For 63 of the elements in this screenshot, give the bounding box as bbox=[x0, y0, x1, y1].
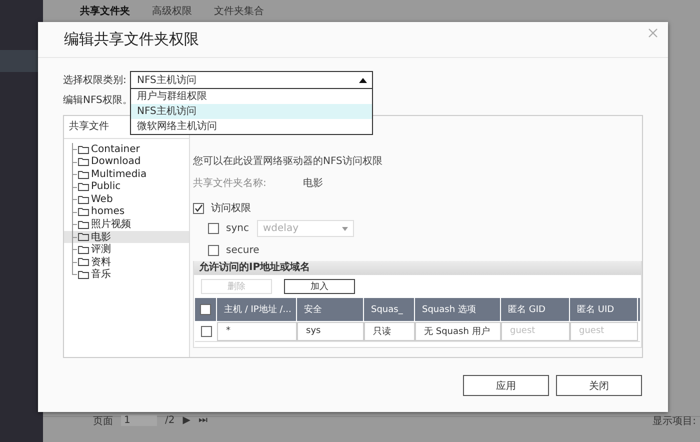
gid-field[interactable]: guest bbox=[501, 322, 570, 340]
last-page-button[interactable]: ⏭ bbox=[198, 415, 208, 426]
folder-item[interactable]: Multimedia bbox=[72, 168, 189, 180]
folder-item[interactable]: 评测 bbox=[72, 243, 189, 256]
uid-field[interactable]: guest bbox=[570, 322, 638, 340]
dialog-button[interactable]: 应用 bbox=[463, 375, 549, 396]
folder-icon bbox=[78, 170, 89, 179]
folder-item[interactable]: Web bbox=[72, 193, 189, 206]
column-header: 安全 bbox=[297, 298, 364, 321]
folder-icon bbox=[78, 232, 89, 242]
folder-item[interactable]: Public bbox=[72, 180, 189, 193]
share-name-label: 共享文件夹名称: bbox=[193, 176, 268, 190]
caret-icon bbox=[342, 226, 348, 230]
permission-type-select[interactable]: NFS主机访问 bbox=[130, 71, 373, 89]
table-action-button[interactable]: 加入 bbox=[284, 279, 355, 294]
row-checkbox[interactable] bbox=[200, 326, 212, 336]
folder-item[interactable]: 电影 bbox=[64, 230, 189, 243]
pager-label: 页面 bbox=[93, 414, 113, 428]
share-name: 电影 bbox=[303, 176, 323, 190]
select-all-checkbox[interactable] bbox=[200, 304, 211, 315]
folder-icon bbox=[78, 220, 89, 229]
security-field[interactable]: sys bbox=[297, 322, 364, 340]
folder-icon bbox=[78, 157, 89, 166]
folder-icon bbox=[78, 182, 89, 192]
permission-type-label: 选择权限类别: bbox=[63, 74, 128, 87]
column-header: 匿名 UID bbox=[570, 298, 638, 321]
dropdown-option[interactable]: 用户与群组权限 bbox=[131, 89, 372, 104]
folder-icon bbox=[78, 194, 89, 204]
next-page-button[interactable]: ▶ bbox=[182, 415, 190, 426]
page-total: /2 bbox=[165, 415, 175, 426]
section-header: 允许访问的IP地址或域名 bbox=[194, 261, 641, 275]
caret-icon bbox=[359, 77, 367, 83]
squash-field[interactable]: 只读 bbox=[364, 322, 415, 340]
folder-item[interactable]: 资料 bbox=[72, 256, 189, 268]
access-label: 访问权限 bbox=[211, 202, 251, 215]
folder-icon bbox=[78, 144, 89, 154]
folder-item[interactable]: Container bbox=[72, 143, 189, 156]
display-items-label: 显示项目: bbox=[652, 414, 696, 428]
folder-item[interactable]: homes bbox=[72, 206, 189, 218]
sync-label: sync bbox=[226, 222, 250, 236]
folder-icon bbox=[78, 257, 89, 266]
description-text: 您可以在此设置网络驱动器的NFS访问权限 bbox=[193, 154, 384, 168]
secure-checkbox[interactable] bbox=[208, 245, 219, 256]
folder-item[interactable]: 照片视频 bbox=[72, 218, 189, 230]
column-header: 匿名 GID bbox=[501, 298, 570, 321]
folder-icon bbox=[78, 270, 89, 279]
hint-text: 编辑NFS权限。 bbox=[63, 94, 132, 107]
column-header: 主机 / IP地址 /... bbox=[217, 298, 297, 321]
column-header: Squash 选项 bbox=[415, 298, 501, 321]
access-checkbox[interactable] bbox=[193, 202, 204, 214]
dialog-title: 编辑共享文件夹权限 bbox=[64, 30, 199, 49]
dropdown-option[interactable]: NFS主机访问 bbox=[131, 104, 372, 119]
folder-item[interactable]: 音乐 bbox=[72, 268, 189, 280]
secure-label: secure bbox=[226, 244, 260, 258]
folder-icon bbox=[78, 207, 89, 216]
column-header: Squas_ bbox=[364, 298, 415, 321]
dropdown-option[interactable]: 微软网络主机访问 bbox=[131, 119, 372, 134]
folder-icon bbox=[78, 244, 89, 254]
host-field[interactable]: * bbox=[217, 322, 297, 340]
squash-option-field[interactable]: 无 Squash 用户 bbox=[415, 322, 501, 340]
dialog-button[interactable]: 关闭 bbox=[556, 375, 642, 396]
page-input[interactable]: 1 bbox=[121, 415, 157, 426]
folder-item[interactable]: Download bbox=[72, 156, 189, 168]
